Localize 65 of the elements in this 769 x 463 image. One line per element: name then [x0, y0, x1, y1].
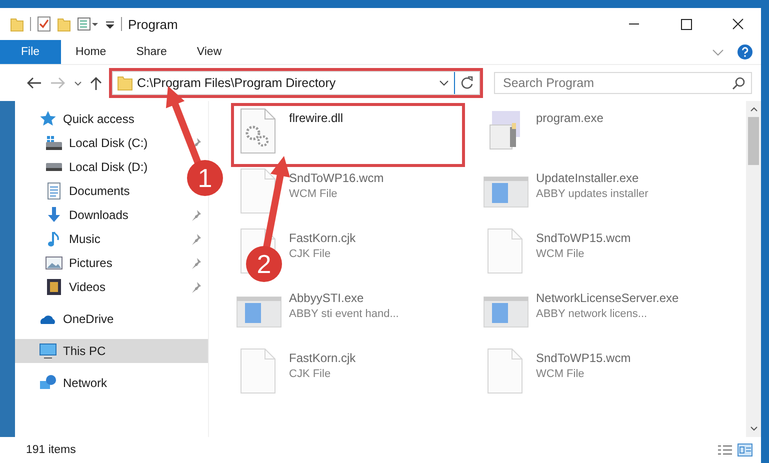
pictures-icon [45, 254, 63, 272]
item-count: 191 items [26, 444, 76, 456]
step-badge: 2 [246, 246, 282, 282]
scroll-down-icon[interactable] [748, 425, 758, 433]
address-path: C:\Program Files\Program Directory [137, 76, 337, 90]
file-type: WCM File [289, 188, 338, 200]
nav-item[interactable]: Pictures [15, 251, 208, 275]
search-icon[interactable] [732, 76, 746, 90]
file-name[interactable]: flrewire.dll [289, 111, 344, 125]
window-title: Program [128, 16, 178, 32]
folder-icon [117, 75, 133, 91]
file-name[interactable]: FastKorn.cjk [289, 351, 356, 365]
nav-item[interactable]: Documents [15, 179, 136, 203]
file-name[interactable]: UpdateInstaller.exe [536, 171, 648, 185]
step-badge: 1 [187, 160, 223, 196]
refresh-icon[interactable] [459, 75, 475, 91]
docs-icon [45, 182, 63, 200]
pin-icon[interactable] [190, 257, 202, 269]
file-name[interactable]: FastKorn.cjk [289, 231, 356, 245]
tiles-view-icon[interactable] [737, 443, 753, 457]
file-type: CJK File [289, 248, 332, 260]
file-type: ABBY network licens... [536, 308, 648, 320]
nav-item[interactable]: This PC [15, 339, 208, 363]
up-arrow-icon[interactable] [88, 75, 104, 91]
scrollbar[interactable] [746, 101, 761, 437]
pin-icon[interactable] [190, 281, 202, 293]
file-name[interactable]: SndToWP16.wcm [289, 171, 384, 185]
file-type: CJK File [289, 368, 332, 380]
download-icon [45, 206, 63, 224]
scroll-thumb[interactable] [748, 117, 759, 165]
help-icon[interactable] [737, 44, 753, 60]
nav-item[interactable]: Network [15, 371, 114, 395]
pc-icon [39, 342, 57, 360]
nav-item[interactable]: Downloads [15, 203, 208, 227]
details-view-icon[interactable] [717, 443, 733, 457]
nav-item[interactable]: OneDrive [15, 307, 120, 331]
file-name[interactable]: program.exe [536, 111, 604, 125]
pin-icon[interactable] [190, 233, 202, 245]
scroll-up-icon[interactable] [748, 105, 758, 113]
star-icon [39, 110, 57, 128]
ribbon-tab[interactable]: View [182, 40, 237, 64]
nav-item[interactable]: Quick access [15, 107, 140, 131]
address-bar[interactable]: C:\Program Files\Program Directory [112, 71, 480, 95]
file-name[interactable]: AbbyySTI.exe [289, 291, 399, 305]
file-name[interactable]: SndToWP15.wcm [536, 231, 631, 245]
ribbon-tab[interactable]: Home [60, 40, 122, 64]
file-type: WCM File [536, 248, 586, 260]
disk-c-icon [45, 134, 63, 152]
properties-icon[interactable] [77, 16, 99, 32]
videos-icon [45, 278, 63, 296]
ribbon-tab[interactable]: Share [121, 40, 182, 64]
nav-item[interactable]: Local Disk (C:) [15, 131, 208, 155]
file-type: ABBY updates installer [536, 188, 648, 200]
file-type: ABBY sti event hand... [289, 308, 399, 320]
file-type: WCM File [536, 368, 586, 380]
network-icon [39, 374, 57, 392]
nav-item[interactable]: Local Disk (D:) [15, 155, 154, 179]
ribbon-tab[interactable]: File [0, 40, 61, 64]
search-field[interactable]: Search Program [494, 72, 752, 94]
pin-icon[interactable] [190, 209, 202, 221]
checkmark-icon[interactable] [37, 16, 51, 32]
nav-item[interactable]: Videos [15, 275, 208, 299]
nav-item[interactable]: Music [15, 227, 208, 251]
file-name[interactable]: NetworkLicenseServer.exe [536, 291, 679, 305]
file-name[interactable]: SndToWP15.wcm [536, 351, 631, 365]
